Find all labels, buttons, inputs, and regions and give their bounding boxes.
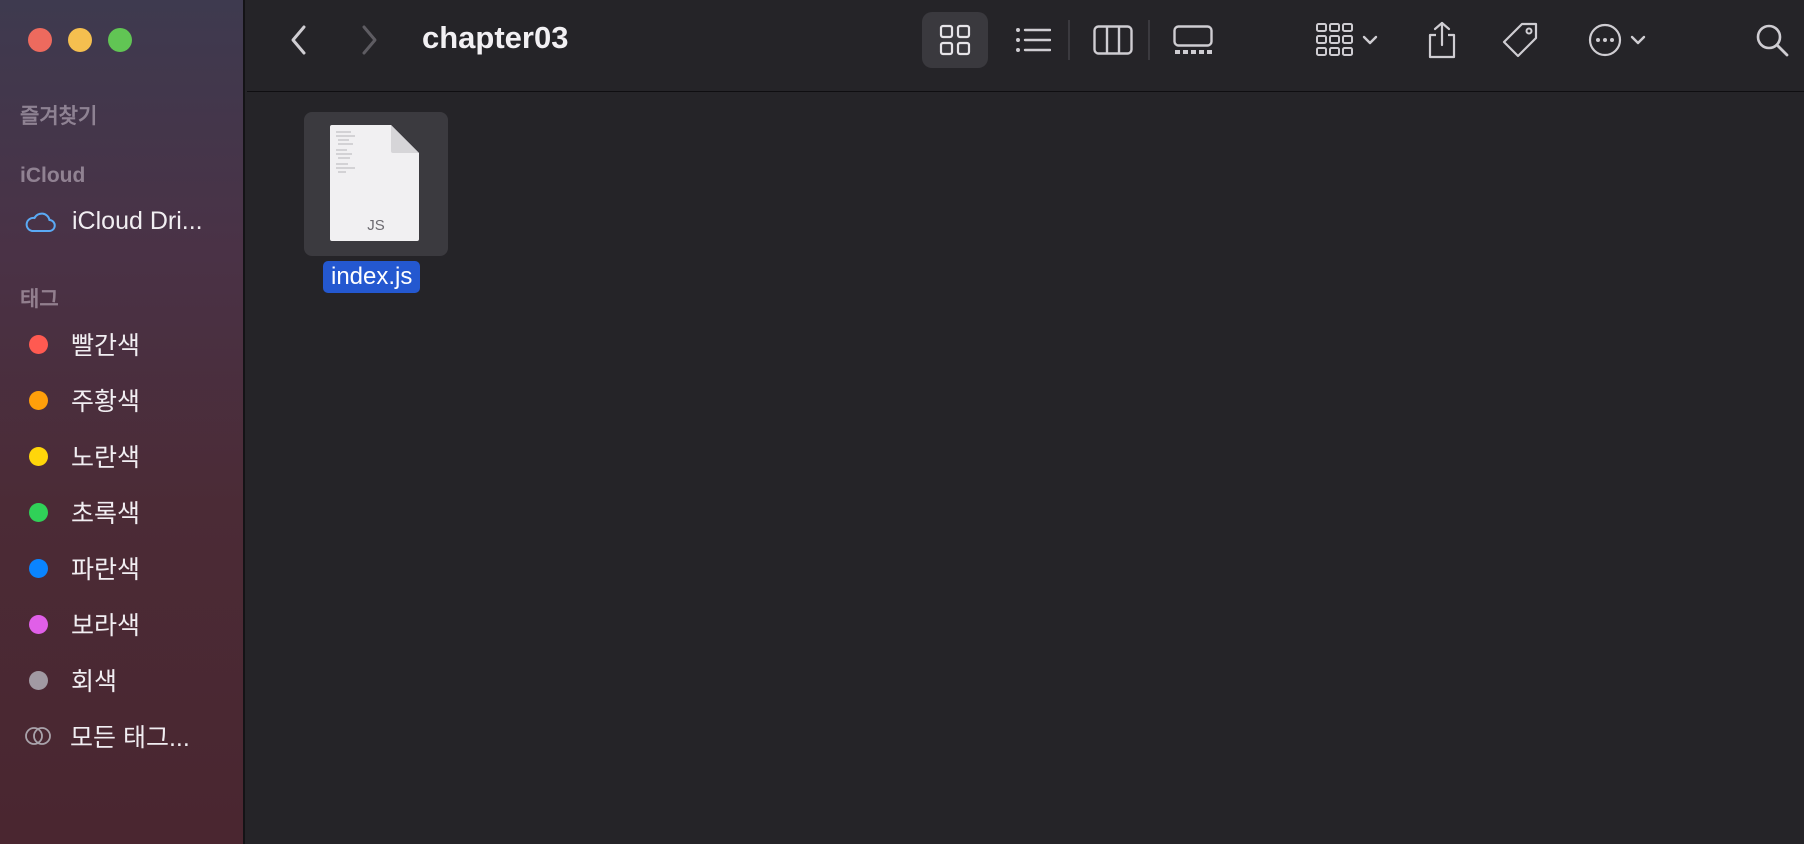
tag-label: 초록색: [71, 500, 141, 528]
file-name-label[interactable]: index.js: [323, 261, 421, 293]
icloud-section-title: iCloud: [20, 164, 86, 187]
forward-button[interactable]: [347, 20, 391, 60]
sidebar-item-label: 모든 태그...: [70, 724, 190, 752]
tag-dot-icon: [29, 558, 48, 578]
list-view-icon: [1016, 28, 1051, 52]
sidebar-tag-gray[interactable]: 회색: [24, 662, 117, 698]
chevron-down-icon: [1362, 35, 1378, 45]
tag-dot-icon: [29, 334, 48, 354]
tag-label: 빨간색: [71, 332, 141, 360]
sidebar-item-label: iCloud Dri...: [72, 207, 203, 235]
sidebar-tag-orange[interactable]: 주황색: [24, 382, 140, 418]
window-title: chapter03: [422, 20, 569, 55]
tag-dot-icon: [29, 390, 48, 410]
zoom-button[interactable]: [108, 28, 132, 52]
search-icon: [1756, 24, 1789, 57]
minimize-button[interactable]: [68, 28, 92, 52]
gallery-view-icon: [1173, 25, 1213, 54]
more-actions-button[interactable]: [1577, 12, 1657, 68]
chevron-down-icon: [1630, 35, 1646, 45]
group-button[interactable]: [1307, 12, 1387, 68]
file-area: JS index.js: [247, 94, 1804, 844]
more-icon: [1588, 23, 1622, 57]
sidebar-tag-red[interactable]: 빨간색: [24, 326, 140, 362]
toolbar-divider: [1148, 20, 1150, 60]
all-tags-icon: [25, 727, 51, 745]
share-icon: [1428, 21, 1456, 59]
file-type-badge: JS: [367, 217, 385, 234]
toolbar-divider: [1068, 20, 1070, 60]
toolbar: chapter03: [247, 0, 1804, 92]
tag-label: 회색: [71, 668, 118, 696]
share-button[interactable]: [1417, 12, 1467, 68]
tag-dot-icon: [29, 670, 48, 690]
sidebar: 즐겨찾기 iCloud iCloud Dri... 태그 빨간색 주황색 노란색…: [0, 0, 245, 844]
tag-icon: [1502, 22, 1538, 58]
tag-dot-icon: [29, 446, 48, 466]
list-view-button[interactable]: [1002, 12, 1064, 68]
window-controls: [28, 28, 132, 52]
sidebar-tag-blue[interactable]: 파란색: [24, 550, 140, 586]
sidebar-item-all-tags[interactable]: 모든 태그...: [24, 718, 190, 754]
tags-section-title: 태그: [20, 288, 59, 311]
icon-view-icon: [939, 24, 971, 56]
tag-label: 주황색: [71, 388, 141, 416]
tag-button[interactable]: [1495, 12, 1545, 68]
sidebar-item-icloud-drive[interactable]: iCloud Dri...: [24, 207, 203, 236]
tag-dot-icon: [29, 614, 48, 634]
chevron-left-icon: [291, 25, 306, 55]
back-button[interactable]: [277, 20, 321, 60]
favorites-section-title: 즐겨찾기: [20, 105, 98, 128]
column-view-button[interactable]: [1082, 12, 1144, 68]
sidebar-tag-yellow[interactable]: 노란색: [24, 438, 140, 474]
tag-label: 노란색: [71, 444, 141, 472]
group-icon: [1316, 23, 1353, 56]
sidebar-tag-purple[interactable]: 보라색: [24, 606, 140, 642]
sidebar-tag-green[interactable]: 초록색: [24, 494, 140, 530]
tag-label: 보라색: [71, 612, 141, 640]
tag-label: 파란색: [71, 556, 141, 584]
close-button[interactable]: [28, 28, 52, 52]
gallery-view-button[interactable]: [1162, 12, 1224, 68]
cloud-icon: [25, 212, 56, 232]
chevron-right-icon: [362, 25, 377, 55]
tag-dot-icon: [29, 502, 48, 522]
icon-view-button[interactable]: [922, 12, 988, 68]
file-item-index-js[interactable]: JS: [304, 112, 448, 256]
search-button[interactable]: [1747, 14, 1797, 66]
column-view-icon: [1093, 25, 1133, 55]
